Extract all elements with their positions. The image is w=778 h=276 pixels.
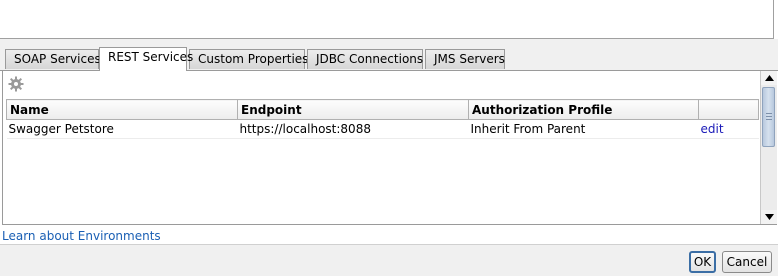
cell-action: edit <box>698 119 759 139</box>
cell-endpoint: https://localhost:8088 <box>237 119 469 139</box>
top-text-panel <box>0 0 774 39</box>
learn-about-environments-link[interactable]: Learn about Environments <box>2 229 161 243</box>
column-header-authorization-profile[interactable]: Authorization Profile <box>468 99 699 120</box>
ok-button[interactable]: OK <box>689 251 716 273</box>
column-header-actions[interactable] <box>698 99 759 120</box>
cell-authorization-profile: Inherit From Parent <box>468 119 699 139</box>
table-header-row: Name Endpoint Authorization Profile <box>6 99 759 120</box>
vertical-scrollbar[interactable] <box>760 71 777 224</box>
arrow-down-icon <box>764 214 774 220</box>
tab-bar: SOAP Services REST Services Custom Prope… <box>0 45 778 71</box>
tab-rest-services[interactable]: REST Services <box>99 47 193 71</box>
rest-services-table: Name Endpoint Authorization Profile Swag… <box>6 99 759 139</box>
scroll-thumb[interactable] <box>762 87 775 147</box>
tab-soap-services[interactable]: SOAP Services <box>5 49 101 69</box>
scroll-down-button[interactable] <box>761 210 777 224</box>
tab-custom-properties[interactable]: Custom Properties <box>189 49 308 69</box>
tab-jms-servers[interactable]: JMS Servers <box>425 49 505 69</box>
column-header-name[interactable]: Name <box>6 99 238 120</box>
cancel-button[interactable]: Cancel <box>722 251 772 273</box>
dialog-footer: OK Cancel <box>0 245 778 276</box>
scroll-up-button[interactable] <box>761 71 777 85</box>
gear-icon[interactable] <box>8 76 24 92</box>
edit-link[interactable]: edit <box>701 122 724 136</box>
toolbar <box>3 71 759 97</box>
column-header-endpoint[interactable]: Endpoint <box>237 99 469 120</box>
arrow-up-icon <box>764 75 774 81</box>
rest-services-panel: Name Endpoint Authorization Profile Swag… <box>2 71 777 225</box>
cell-name: Swagger Petstore <box>6 119 238 139</box>
table-row[interactable]: Swagger Petstore https://localhost:8088 … <box>6 119 759 139</box>
tab-jdbc-connections[interactable]: JDBC Connections <box>307 49 423 69</box>
